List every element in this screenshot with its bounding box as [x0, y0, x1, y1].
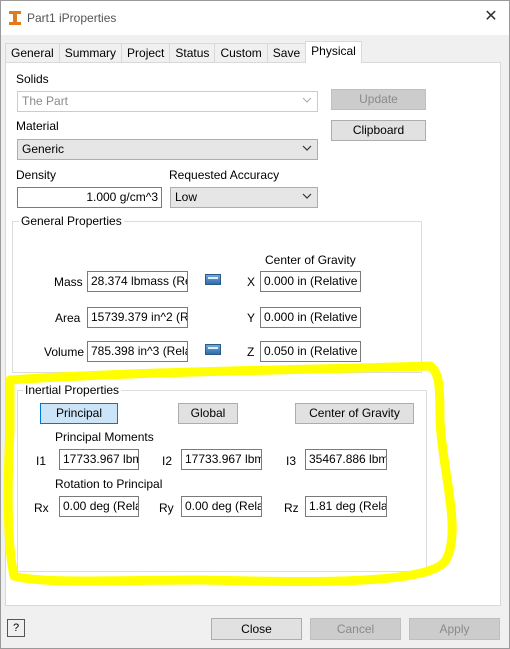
- density-label: Density: [16, 168, 57, 182]
- inventor-app-icon: [9, 11, 21, 25]
- center-of-gravity-label: Center of Gravity: [265, 253, 356, 267]
- i2-field[interactable]: 17733.967 lbmass in^2: [181, 449, 262, 470]
- chevron-down-icon: [302, 97, 312, 103]
- z-label: Z: [247, 345, 255, 359]
- global-button[interactable]: Global: [178, 403, 238, 424]
- close-icon[interactable]: ✕: [483, 9, 499, 25]
- cog-y-field[interactable]: 0.000 in (Relative Error): [260, 307, 361, 328]
- calculator-icon[interactable]: [205, 344, 221, 355]
- solids-label: Solids: [16, 72, 49, 86]
- inertial-properties-title: Inertial Properties: [23, 383, 122, 397]
- rotation-to-principal-label: Rotation to Principal: [55, 477, 163, 491]
- tab-custom[interactable]: Custom: [214, 43, 268, 63]
- tab-strip: General Summary Project Status Custom Sa…: [5, 41, 362, 63]
- i3-label: I3: [286, 454, 297, 468]
- mass-field[interactable]: 28.374 lbmass (Relative Error) = 0.00000…: [87, 271, 188, 292]
- area-field[interactable]: 15739.379 in^2 (Relative Error) = 0.0000…: [87, 307, 188, 328]
- solids-value: The Part: [22, 94, 69, 108]
- density-field[interactable]: 1.000 g/cm^3: [17, 187, 162, 208]
- center-of-gravity-button[interactable]: Center of Gravity: [295, 403, 414, 424]
- x-label: X: [247, 275, 256, 289]
- material-dropdown[interactable]: Generic: [17, 139, 318, 160]
- tab-save[interactable]: Save: [266, 43, 307, 63]
- volume-field[interactable]: 785.398 in^3 (Relative Error) = 0.000000…: [87, 341, 188, 362]
- rz-label: Rz: [284, 501, 299, 515]
- tab-project[interactable]: Project: [121, 43, 171, 63]
- i3-field[interactable]: 35467.886 lbmass in^2: [305, 449, 387, 470]
- tab-summary[interactable]: Summary: [58, 43, 123, 63]
- cog-z-field[interactable]: 0.050 in (Relative Error): [260, 341, 361, 362]
- i2-label: I2: [162, 454, 173, 468]
- i1-label: I1: [36, 454, 47, 468]
- rz-field[interactable]: 1.81 deg (Relative Error): [305, 496, 387, 517]
- rx-label: Rx: [34, 501, 49, 515]
- tab-status[interactable]: Status: [169, 43, 216, 63]
- general-properties-title: General Properties: [19, 214, 124, 228]
- cog-x-field[interactable]: 0.000 in (Relative Error): [260, 271, 361, 292]
- calculator-icon[interactable]: [205, 274, 221, 285]
- iproperties-dialog: Part1 iProperties ✕ General Summary Proj…: [0, 0, 510, 649]
- apply-button[interactable]: Apply: [409, 618, 500, 640]
- material-value: Generic: [22, 142, 65, 156]
- ry-field[interactable]: 0.00 deg (Relative Error): [181, 496, 262, 517]
- window-title: Part1 iProperties: [27, 11, 117, 25]
- solids-dropdown[interactable]: The Part: [17, 91, 318, 112]
- physical-panel: Solids The Part Update Material Generic …: [5, 62, 501, 606]
- close-button[interactable]: Close: [211, 618, 302, 640]
- requested-accuracy-label: Requested Accuracy: [169, 168, 280, 182]
- title-bar: Part1 iProperties ✕: [1, 1, 509, 35]
- ry-label: Ry: [159, 501, 174, 515]
- clipboard-button[interactable]: Clipboard: [331, 120, 426, 141]
- accuracy-dropdown[interactable]: Low: [170, 187, 318, 208]
- i1-field[interactable]: 17733.967 lbmass in^2: [59, 449, 139, 470]
- cancel-button[interactable]: Cancel: [310, 618, 401, 640]
- update-button[interactable]: Update: [331, 89, 426, 110]
- principal-moments-label: Principal Moments: [55, 430, 154, 444]
- chevron-down-icon: [302, 145, 312, 151]
- chevron-down-icon: [302, 193, 312, 199]
- material-label: Material: [16, 119, 59, 133]
- mass-label: Mass: [54, 275, 83, 289]
- principal-button[interactable]: Principal: [40, 403, 118, 424]
- volume-label: Volume: [44, 345, 85, 359]
- y-label: Y: [247, 311, 256, 325]
- area-label: Area: [55, 311, 81, 325]
- accuracy-value: Low: [175, 190, 198, 204]
- help-icon[interactable]: ?: [7, 619, 25, 637]
- rx-field[interactable]: 0.00 deg (Relative Error): [59, 496, 139, 517]
- tab-general[interactable]: General: [5, 43, 60, 63]
- tab-physical[interactable]: Physical: [305, 41, 362, 63]
